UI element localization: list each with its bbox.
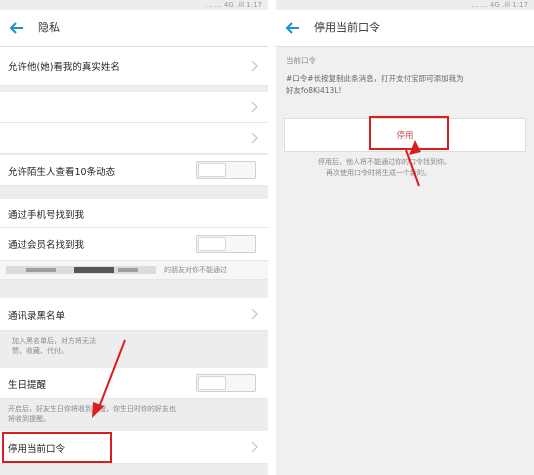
pointer-arrow-icon <box>405 140 421 187</box>
panel-divider <box>268 0 276 475</box>
disable-code-screen: … … 4G .ill 1:17 停用当前口令 当前口令 #口令#长按复制此条消… <box>276 0 534 475</box>
privacy-screen: … … 4G .ill 1:17 隐私 允许他(她)看我的真实姓名 允许陌生人查… <box>0 0 268 475</box>
pointer-arrow-icon <box>92 339 126 418</box>
